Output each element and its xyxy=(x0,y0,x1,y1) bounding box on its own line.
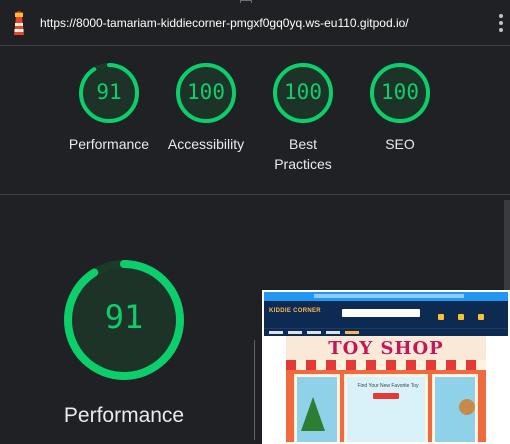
section-divider xyxy=(0,194,510,195)
best-practices-gauge[interactable]: 100 xyxy=(272,62,334,124)
accessibility-gauge[interactable]: 100 xyxy=(175,62,237,124)
tab-edge xyxy=(240,0,252,3)
seo-gauge[interactable]: 100 xyxy=(369,62,431,124)
thumb-hero-image: TOY SHOP Find Your New Favorite Toy xyxy=(286,336,486,442)
tree-icon xyxy=(301,397,325,431)
best-practices-label-line1: Best xyxy=(288,136,317,152)
best-practices-score: 100 xyxy=(284,80,322,104)
thumb-menu xyxy=(264,328,508,336)
thumb-logo: KIDDIE CORNER xyxy=(269,308,321,314)
final-screenshot-thumbnail[interactable]: KIDDIE CORNER TOY SHOP Find Your New Fav… xyxy=(262,290,510,444)
performance-label: Performance xyxy=(68,136,150,152)
thumb-navbar: KIDDIE CORNER xyxy=(264,301,508,328)
thumb-window-left xyxy=(294,374,340,442)
performance-detail-gauge: 91 xyxy=(62,258,186,382)
best-practices-label: Best Practices xyxy=(248,134,358,174)
accessibility-score: 100 xyxy=(187,80,225,104)
kebab-menu-icon[interactable] xyxy=(498,14,504,34)
report-url[interactable]: https://8000-tamariam-kiddiecorner-pmgxf… xyxy=(40,16,409,30)
thumb-window-center: Find Your New Favorite Toy xyxy=(344,374,428,442)
performance-gauge[interactable]: 91 xyxy=(78,62,140,124)
thumb-banner xyxy=(264,292,508,301)
thumb-cta xyxy=(373,393,399,399)
report-header: https://8000-tamariam-kiddiecorner-pmgxf… xyxy=(0,0,510,46)
performance-detail-score: 91 xyxy=(104,298,144,336)
accessibility-label: Accessibility xyxy=(167,136,245,152)
performance-score: 91 xyxy=(96,80,122,104)
vertical-divider xyxy=(254,340,255,440)
performance-detail-title: Performance xyxy=(63,404,185,427)
seo-score: 100 xyxy=(381,80,419,104)
thumb-tagline: Find Your New Favorite Toy xyxy=(357,383,419,389)
thumb-sign: TOY SHOP xyxy=(328,338,444,359)
best-practices-label-line2: Practices xyxy=(274,156,332,172)
lighthouse-icon xyxy=(14,11,24,35)
seo-label: SEO xyxy=(385,136,415,152)
teddy-bear-icon xyxy=(459,399,475,415)
thumb-search-bar xyxy=(342,309,420,317)
thumb-nav-icons xyxy=(424,307,494,321)
thumb-window-right xyxy=(432,374,478,442)
